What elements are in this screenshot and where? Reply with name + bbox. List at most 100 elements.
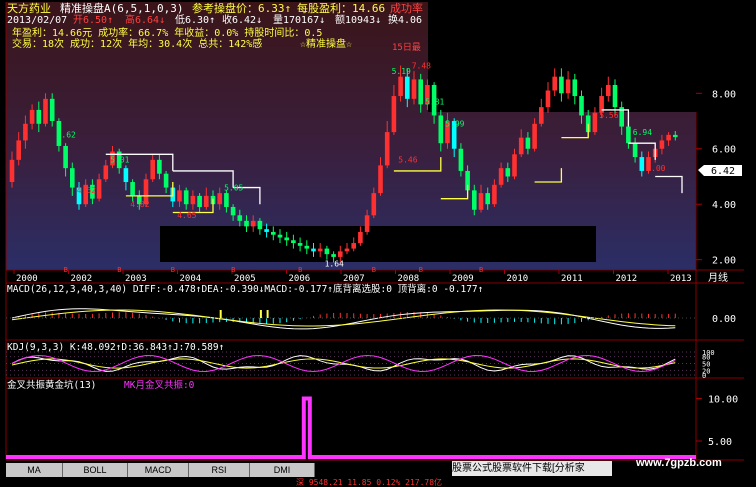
macd-panel: 0.00 xyxy=(6,308,736,330)
candle-body xyxy=(70,168,75,188)
candle-body xyxy=(264,229,269,232)
buy-marker: B xyxy=(298,266,302,274)
banner[interactable]: 股票公式股票软件下载[分析家 xyxy=(452,461,612,476)
candle-body xyxy=(592,112,598,133)
candle-body xyxy=(29,109,35,124)
price-annotation: 7.48 xyxy=(412,61,431,70)
d-line xyxy=(11,358,676,369)
candle-body xyxy=(472,190,477,210)
candle-body xyxy=(485,193,490,205)
price-tag: 6.42 xyxy=(711,166,735,177)
candle-body xyxy=(237,215,243,221)
candle-body xyxy=(358,231,363,244)
candle-body xyxy=(492,184,497,205)
stats-days: 15日最 xyxy=(392,43,421,53)
candle-body xyxy=(163,173,169,188)
price-annotation: 5.19 xyxy=(392,67,411,76)
stock-chart-window: 8.00 6.00 4.00 2.00 5.62 5.01 4.62 4.82 4.65 5.0… xyxy=(0,0,756,487)
dea-line xyxy=(11,309,676,327)
candle-body xyxy=(344,248,350,252)
buy-marker: B xyxy=(64,266,68,274)
x-tick-label: 2004 xyxy=(180,274,202,284)
gold-tick-label: 10.00 xyxy=(708,395,738,406)
candle-body xyxy=(505,168,511,177)
candle-body xyxy=(271,231,276,235)
candle-body xyxy=(606,84,611,97)
candle-body xyxy=(23,123,28,141)
candle-body xyxy=(552,76,557,91)
candle-body xyxy=(150,159,155,180)
candle-body xyxy=(250,220,256,227)
x-tick-label: 2010 xyxy=(507,274,529,284)
price-annotation: 4.65 xyxy=(177,211,196,220)
ref-price-label: 参考操盘价：6.33↑ xyxy=(192,2,292,15)
candle-body xyxy=(532,123,537,149)
tab-rsi[interactable]: RSI xyxy=(189,463,250,477)
website[interactable]: www.7gpzb.com xyxy=(636,458,722,469)
candle-body xyxy=(177,190,182,202)
candle-body xyxy=(398,76,403,97)
candle-body xyxy=(498,168,504,185)
buy-marker: B xyxy=(117,266,121,274)
candle-body xyxy=(291,240,296,244)
price-chart[interactable]: 8.00 6.00 4.00 2.00 5.62 5.01 4.62 4.82 4.65 5.0… xyxy=(0,0,756,487)
candle-body xyxy=(297,243,303,246)
kdj-tick-label: 0 xyxy=(702,372,706,380)
candle-body xyxy=(612,84,618,108)
tab-macd[interactable]: MACD xyxy=(128,463,189,477)
price-annotation: 5.05 xyxy=(224,183,243,192)
candle-body xyxy=(338,251,343,257)
candle-body xyxy=(478,193,484,210)
y-tick-label: 2.00 xyxy=(712,256,736,267)
x-tick-label: 2011 xyxy=(561,274,583,284)
tab-boll[interactable]: BOLL xyxy=(63,463,128,477)
price-annotation: 5.01 xyxy=(110,156,129,165)
candle-body xyxy=(157,159,162,174)
candle-body xyxy=(103,165,109,180)
candle-body xyxy=(331,254,336,257)
y-tick-label: 8.00 xyxy=(712,89,736,100)
gain-head: 每股盈利：14.66 xyxy=(297,2,386,15)
macd-signal-bar xyxy=(259,310,262,318)
buy-marker: B xyxy=(479,266,483,274)
candle-body xyxy=(545,90,551,108)
candle-body xyxy=(311,248,316,252)
x-tick-label: 2003 xyxy=(125,274,147,284)
candle-body xyxy=(204,195,209,207)
price-annotation: 4.82 xyxy=(130,200,149,209)
buy-marker: B xyxy=(372,266,376,274)
tab-ma[interactable]: MA xyxy=(6,463,63,477)
candle-body xyxy=(418,79,423,105)
candle-body xyxy=(572,79,578,97)
stats-line1: 年盈利：14.66元 成功率：66.7% 年收益：0.0% 持股时间比：0.5 xyxy=(12,28,323,39)
candle-body xyxy=(512,154,517,177)
y-tick-label: 4.00 xyxy=(712,200,736,211)
price-annotation: 1.64 xyxy=(325,260,344,269)
diff-line xyxy=(11,308,676,330)
candle-body xyxy=(666,134,671,141)
price-annotation: 6.94 xyxy=(633,128,652,137)
candle-body xyxy=(438,115,444,144)
ohlc-amount: 额10943↓ xyxy=(335,15,382,26)
candle-body xyxy=(364,215,370,232)
candle-body xyxy=(371,193,377,216)
candle-body xyxy=(284,237,289,241)
candle-body xyxy=(304,245,310,249)
gold-header-name: 金叉共振黄金坑(13) xyxy=(7,380,97,391)
candle-body xyxy=(632,143,638,158)
gold-panel: 10.00 5.00 xyxy=(6,395,738,459)
candle-body xyxy=(411,79,417,99)
candle-body xyxy=(378,165,383,194)
tab-dmi[interactable]: DMI xyxy=(250,463,315,477)
price-annotation: 4.62 xyxy=(77,186,96,195)
price-annotation: 5.00 xyxy=(646,164,665,173)
candle-body xyxy=(123,168,129,183)
period-label[interactable]: 月线 xyxy=(708,274,728,284)
indicator-head: 精准操盘A(6,5,1,0,3) xyxy=(60,2,184,15)
candle-body xyxy=(391,96,397,133)
candle-body xyxy=(9,159,15,183)
candle-body xyxy=(36,109,42,124)
ohlc-turnover: 换4.06 xyxy=(388,15,423,26)
ohlc-open: 开6.50↑ xyxy=(73,15,114,26)
candle-body xyxy=(224,193,229,207)
